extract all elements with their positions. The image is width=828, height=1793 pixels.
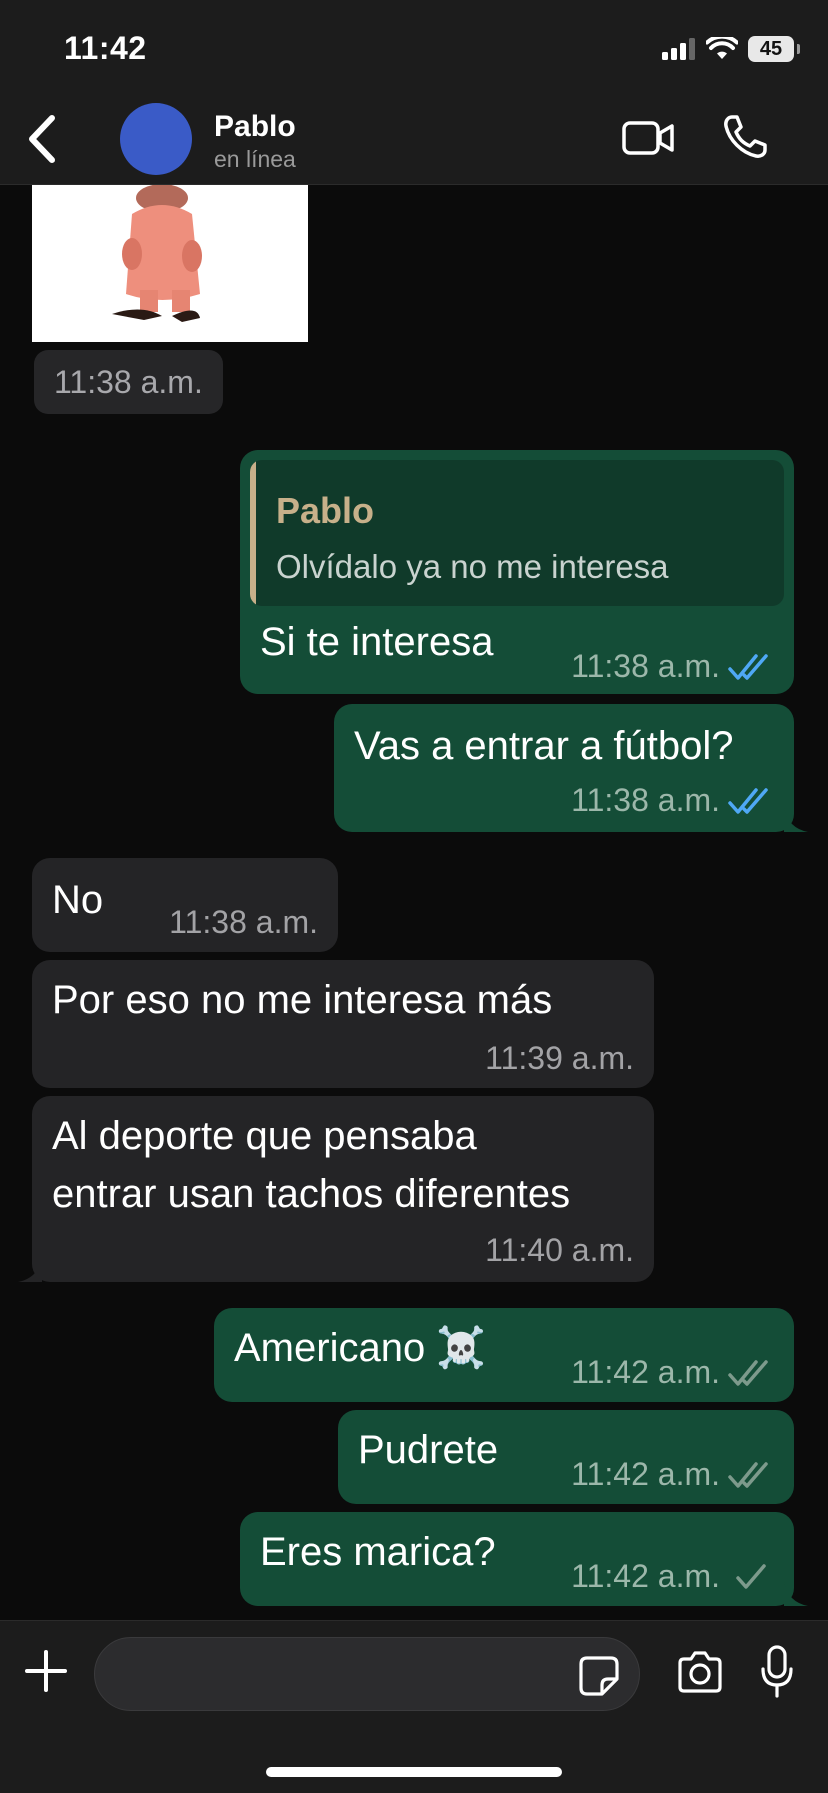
status-time: 11:42 (64, 30, 147, 66)
sticker-image[interactable] (32, 184, 308, 342)
signal-icon (662, 38, 695, 60)
message-text: Pudrete (358, 1428, 499, 1472)
message-time: 11:38 a.m. (169, 904, 318, 940)
bubble-tail (18, 1258, 42, 1282)
message-text: Si te interesa (260, 620, 494, 664)
message-text-line-1: Al deporte que pensaba (52, 1114, 477, 1158)
delivered-double-check-icon (728, 1359, 768, 1386)
video-call-icon[interactable] (622, 118, 674, 158)
read-double-check-icon (728, 653, 768, 680)
outgoing-message[interactable]: Pudrete 11:42 a.m. (338, 1410, 794, 1504)
incoming-message[interactable]: Al deporte que pensaba entrar usan tacho… (18, 1096, 654, 1282)
quote-accent-bar (250, 460, 256, 606)
camera-icon[interactable] (676, 1651, 724, 1693)
chat-header: 11:42 45 Pablo en línea (0, 0, 828, 185)
bubble-tail (784, 808, 808, 832)
message-time: 11:39 a.m. (485, 1040, 634, 1076)
incoming-message[interactable]: Por eso no me interesa más 11:39 a.m. (32, 960, 654, 1088)
message-meta: 11:42 a.m. (571, 1354, 774, 1391)
quote-text: Olvídalo ya no me interesa (276, 548, 669, 585)
message-time: 11:40 a.m. (485, 1232, 634, 1268)
message-text: Vas a entrar a fútbol? (354, 724, 734, 768)
sticker-timestamp: 11:38 a.m. (34, 350, 223, 414)
message-composer (0, 1620, 828, 1793)
cartoon-figure-sticker (112, 184, 202, 322)
bubble-tail (784, 1582, 808, 1606)
contact-avatar[interactable] (120, 103, 192, 175)
sticker-icon[interactable] (578, 1655, 620, 1697)
message-text-line-2: entrar usan tachos diferentes (52, 1172, 571, 1216)
message-time: 11:42 a.m. (571, 1558, 720, 1594)
message-time: 11:38 a.m. (571, 782, 720, 818)
outgoing-message[interactable]: Americano ☠️ 11:42 a.m. (214, 1308, 794, 1402)
message-meta: 11:38 a.m. (169, 904, 318, 941)
outgoing-message[interactable]: Vas a entrar a fútbol? 11:38 a.m. (334, 704, 808, 832)
back-chevron-icon[interactable] (22, 112, 62, 166)
message-text: Por eso no me interesa más (52, 978, 553, 1022)
message-input[interactable] (94, 1637, 640, 1711)
message-meta: 11:38 a.m. (571, 782, 774, 819)
message-text: No (52, 878, 104, 922)
message-meta: 11:42 a.m. (571, 1456, 774, 1493)
outgoing-message-reply[interactable]: Pablo Olvídalo ya no me interesa Si te i… (240, 450, 794, 694)
battery-icon: 45 (748, 36, 800, 62)
incoming-message[interactable]: No 11:38 a.m. (32, 858, 338, 952)
contact-status: en línea (214, 146, 296, 172)
message-time: 11:42 a.m. (571, 1456, 720, 1492)
message-meta: 11:39 a.m. (485, 1040, 634, 1077)
quoted-message[interactable]: Pablo Olvídalo ya no me interesa (250, 460, 784, 606)
message-meta: 11:38 a.m. (571, 648, 774, 685)
sent-check-icon (736, 1563, 766, 1589)
plus-icon[interactable] (24, 1649, 68, 1693)
outgoing-message[interactable]: Eres marica? 11:42 a.m. (240, 1512, 808, 1606)
home-indicator (266, 1767, 562, 1777)
message-time: 11:42 a.m. (571, 1354, 720, 1390)
microphone-icon[interactable] (760, 1645, 794, 1699)
wifi-icon (706, 37, 738, 59)
message-text: Americano ☠️ (234, 1326, 487, 1370)
message-text: Eres marica? (260, 1530, 496, 1574)
phone-call-icon[interactable] (722, 114, 768, 160)
message-meta: 11:42 a.m. (571, 1558, 774, 1595)
message-time: 11:38 a.m. (571, 648, 720, 684)
delivered-double-check-icon (728, 1461, 768, 1488)
message-meta: 11:40 a.m. (485, 1232, 634, 1269)
status-icons: 45 (662, 36, 800, 62)
read-double-check-icon (728, 787, 768, 814)
contact-name[interactable]: Pablo (214, 110, 296, 144)
quote-author: Pablo (276, 490, 375, 531)
